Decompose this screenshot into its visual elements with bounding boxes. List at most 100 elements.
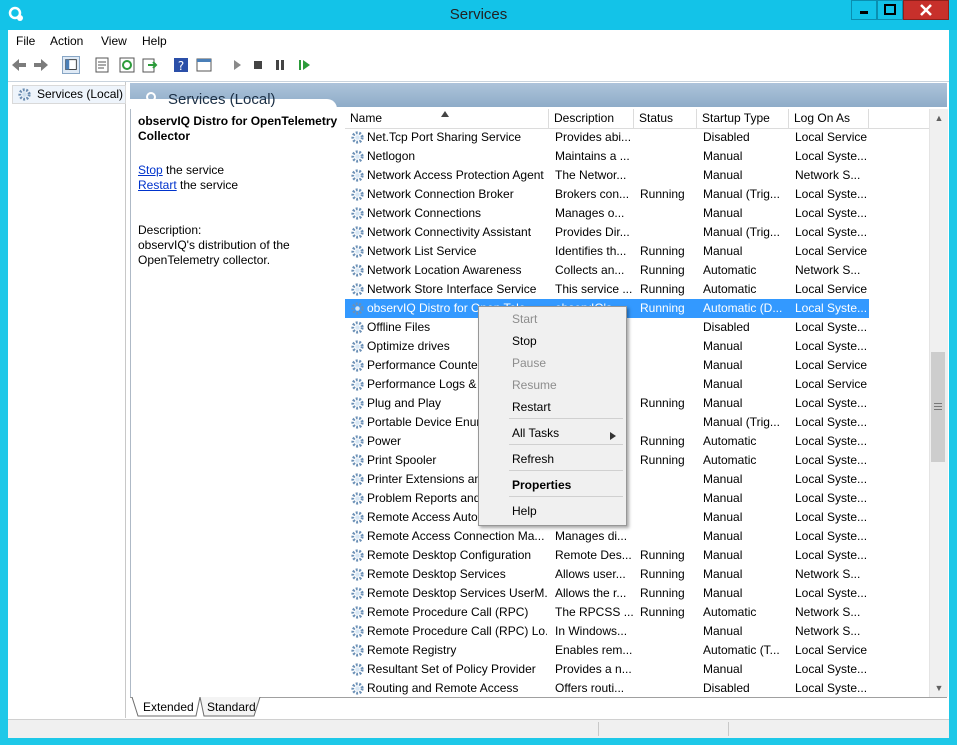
menu-action[interactable]: Action	[50, 34, 83, 48]
view-tabs: Extended Standard	[130, 697, 947, 719]
scroll-down-icon[interactable]: ▼	[930, 679, 948, 697]
maximize-button[interactable]	[877, 0, 903, 20]
service-log-on-as: Local Syste...	[795, 225, 868, 239]
minimize-button[interactable]	[851, 0, 877, 20]
properties-icon[interactable]	[93, 56, 111, 74]
gear-icon	[351, 397, 364, 410]
table-row[interactable]: Routing and Remote Access Offers routi...…	[345, 679, 869, 698]
service-startup-type: Manual (Trig...	[703, 225, 780, 239]
service-log-on-as: Local Syste...	[795, 472, 868, 486]
service-description: Manages o...	[555, 206, 625, 220]
gear-icon	[351, 283, 364, 296]
column-description[interactable]: Description	[549, 109, 634, 128]
resume-icon[interactable]	[295, 56, 313, 74]
tree-item-services-local[interactable]: Services (Local)	[12, 85, 126, 104]
service-startup-type: Manual (Trig...	[703, 415, 780, 429]
table-row[interactable]: Remote Desktop Services Allows user... Run…	[345, 565, 869, 584]
service-startup-type: Manual	[703, 358, 743, 372]
table-row[interactable]: Remote Procedure Call (RPC) The RPCSS ...…	[345, 603, 869, 622]
service-startup-type: Automatic	[703, 453, 757, 467]
column-name[interactable]: Name	[345, 109, 549, 128]
service-status: Running	[640, 187, 685, 201]
tab-extended[interactable]: Extended	[143, 700, 194, 714]
table-row[interactable]: Remote Procedure Call (RPC) Lo... In Wind…	[345, 622, 869, 641]
sort-ascending-icon	[441, 111, 449, 117]
restart-service-link[interactable]: Restart	[138, 178, 177, 192]
forward-icon[interactable]	[32, 56, 50, 74]
description-text: observIQ's distribution of the OpenTelem…	[138, 238, 290, 267]
table-row[interactable]: Netlogon Maintains a ... Manual Local Syste…	[345, 147, 869, 166]
table-row[interactable]: Remote Desktop Services UserM... Allows t…	[345, 584, 869, 603]
service-name: Remote Desktop Configuration	[367, 548, 532, 562]
gear-icon	[351, 511, 364, 524]
context-menu-item-restart[interactable]: Restart	[512, 397, 551, 417]
service-log-on-as: Local Syste...	[795, 491, 868, 505]
table-row[interactable]: Network Connection Broker Brokers con... R…	[345, 185, 869, 204]
service-log-on-as: Local Syste...	[795, 586, 868, 600]
show-hide-tree-icon[interactable]	[62, 56, 80, 74]
back-icon[interactable]	[10, 56, 28, 74]
service-name: Network Connections	[367, 206, 482, 220]
column-log-on-as[interactable]: Log On As	[789, 109, 869, 128]
service-name: Network Store Interface Service	[367, 282, 537, 296]
stop-icon[interactable]	[249, 56, 267, 74]
context-menu-item-all-tasks[interactable]: All Tasks	[512, 423, 559, 443]
pause-icon[interactable]	[271, 56, 289, 74]
close-button[interactable]	[903, 0, 949, 20]
scroll-up-icon[interactable]: ▲	[930, 109, 948, 127]
console-tree: Services (Local)	[8, 82, 126, 718]
menu-help[interactable]: Help	[142, 34, 167, 48]
selected-service-name: observIQ Distro for OpenTelemetry Collec…	[138, 114, 338, 143]
view-icon[interactable]	[195, 56, 213, 74]
table-row[interactable]: Remote Registry Enables rem... Automatic (…	[345, 641, 869, 660]
service-name: Network Location Awareness	[367, 263, 522, 277]
gear-icon	[351, 340, 364, 353]
svg-text:?: ?	[178, 59, 184, 73]
column-startup-type[interactable]: Startup Type	[697, 109, 789, 128]
context-menu-item-help[interactable]: Help	[512, 501, 537, 521]
service-startup-type: Manual	[703, 548, 743, 562]
table-row[interactable]: Net.Tcp Port Sharing Service Provides abi…	[345, 128, 869, 147]
gear-icon	[351, 416, 364, 429]
gear-icon	[351, 549, 364, 562]
table-row[interactable]: Network Access Protection Agent The Netwo…	[345, 166, 869, 185]
service-description: Offers routi...	[555, 681, 625, 695]
service-description: Provides Dir...	[555, 225, 630, 239]
table-row[interactable]: Network List Service Identifies th... Runn…	[345, 242, 869, 261]
table-row[interactable]: Remote Desktop Configuration Remote Des..…	[345, 546, 869, 565]
context-menu-item-stop[interactable]: Stop	[512, 331, 537, 351]
tab-standard[interactable]: Standard	[207, 700, 256, 714]
gear-icon	[351, 435, 364, 448]
context-menu-item-refresh[interactable]: Refresh	[512, 449, 554, 469]
table-row[interactable]: Network Connectivity Assistant Provides D…	[345, 223, 869, 242]
context-menu-item-start: Start	[512, 309, 537, 329]
gear-icon	[351, 226, 364, 239]
service-startup-type: Manual	[703, 567, 743, 581]
stop-service-link[interactable]: Stop	[138, 163, 163, 177]
service-log-on-as: Local Syste...	[795, 529, 868, 543]
service-description: Manages di...	[555, 529, 628, 543]
column-status[interactable]: Status	[634, 109, 697, 128]
table-row[interactable]: Resultant Set of Policy Provider Provides…	[345, 660, 869, 679]
service-status: Running	[640, 396, 685, 410]
scrollbar-thumb[interactable]	[931, 352, 945, 462]
stop-service-line: Stop the service	[138, 163, 224, 177]
service-log-on-as: Local Syste...	[795, 548, 868, 562]
service-status: Running	[640, 605, 685, 619]
refresh-icon[interactable]	[118, 56, 136, 74]
menu-view[interactable]: View	[101, 34, 127, 48]
service-name: Remote Registry	[367, 643, 457, 657]
menu-file[interactable]: File	[16, 34, 35, 48]
table-row[interactable]: Network Store Interface Service This serv…	[345, 280, 869, 299]
context-menu-item-properties[interactable]: Properties	[512, 475, 571, 495]
table-row[interactable]: Network Location Awareness Collects an...…	[345, 261, 869, 280]
help-icon[interactable]: ?	[172, 56, 190, 74]
table-row[interactable]: Network Connections Manages o... Manual Loc…	[345, 204, 869, 223]
service-log-on-as: Local Syste...	[795, 320, 868, 334]
service-log-on-as: Local Syste...	[795, 206, 868, 220]
minimize-icon	[860, 11, 868, 14]
gear-icon	[351, 207, 364, 220]
table-row[interactable]: Remote Access Connection Ma... Manages di…	[345, 527, 869, 546]
play-icon[interactable]	[228, 56, 246, 74]
export-icon[interactable]	[141, 56, 159, 74]
